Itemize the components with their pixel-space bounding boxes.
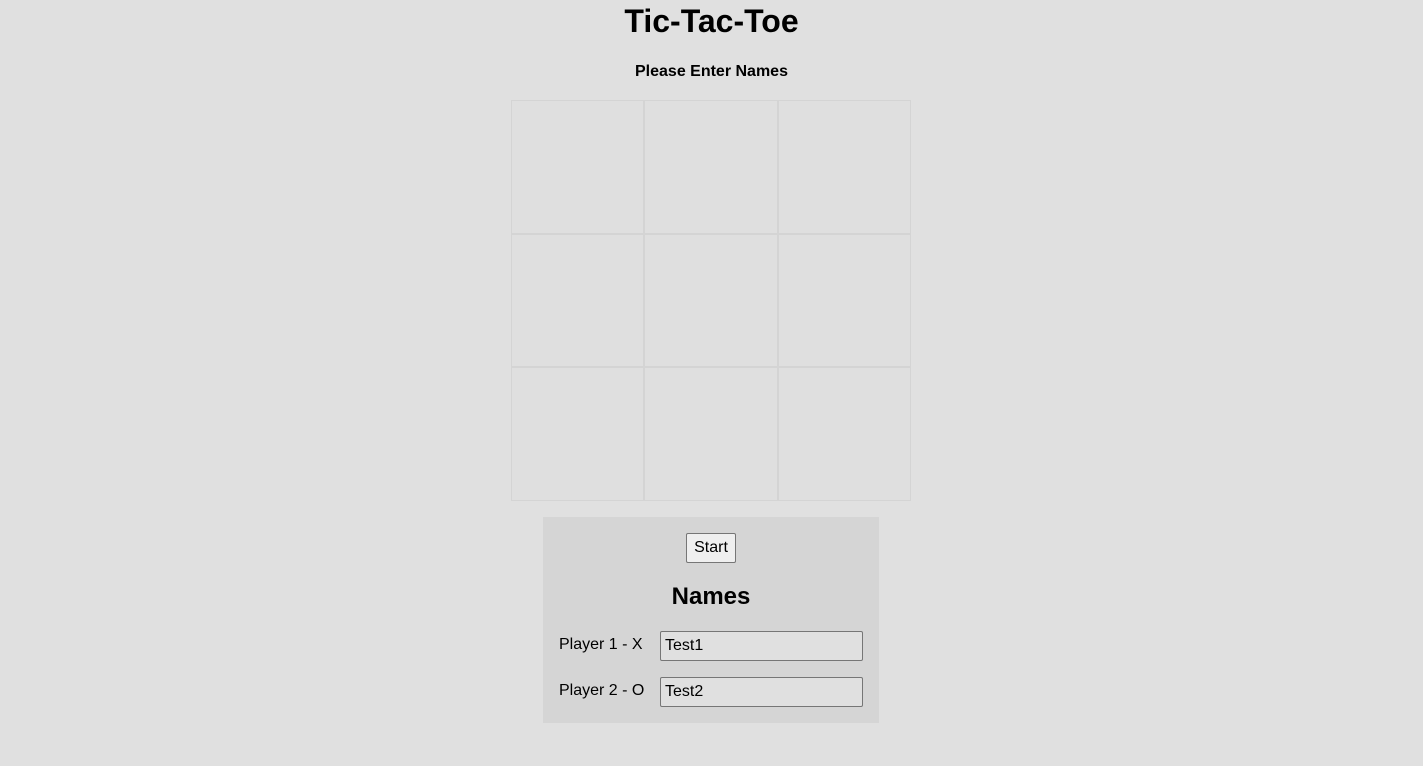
game-title: Tic-Tac-Toe [624, 3, 799, 39]
start-button[interactable]: Start [686, 533, 736, 563]
board-cell-1[interactable] [511, 100, 644, 234]
game-board [511, 100, 911, 501]
board-cell-6[interactable] [778, 234, 911, 367]
player2-name-input[interactable] [660, 677, 863, 707]
board-cell-5[interactable] [644, 234, 778, 367]
status-message: Please Enter Names [635, 63, 788, 80]
player2-label: Player 2 - O [559, 682, 645, 699]
player1-label: Player 1 - X [559, 636, 643, 653]
board-cell-3[interactable] [778, 100, 911, 234]
board-cell-4[interactable] [511, 234, 644, 367]
board-cell-2[interactable] [644, 100, 778, 234]
game-page: Tic-Tac-Toe Please Enter Names Start Nam… [0, 0, 1423, 766]
player1-name-input[interactable] [660, 631, 863, 661]
names-panel: Start Names Player 1 - X Player 2 - O [543, 517, 879, 723]
names-heading: Names [671, 583, 751, 610]
board-cell-7[interactable] [511, 367, 644, 501]
board-cell-8[interactable] [644, 367, 778, 501]
board-cell-9[interactable] [778, 367, 911, 501]
